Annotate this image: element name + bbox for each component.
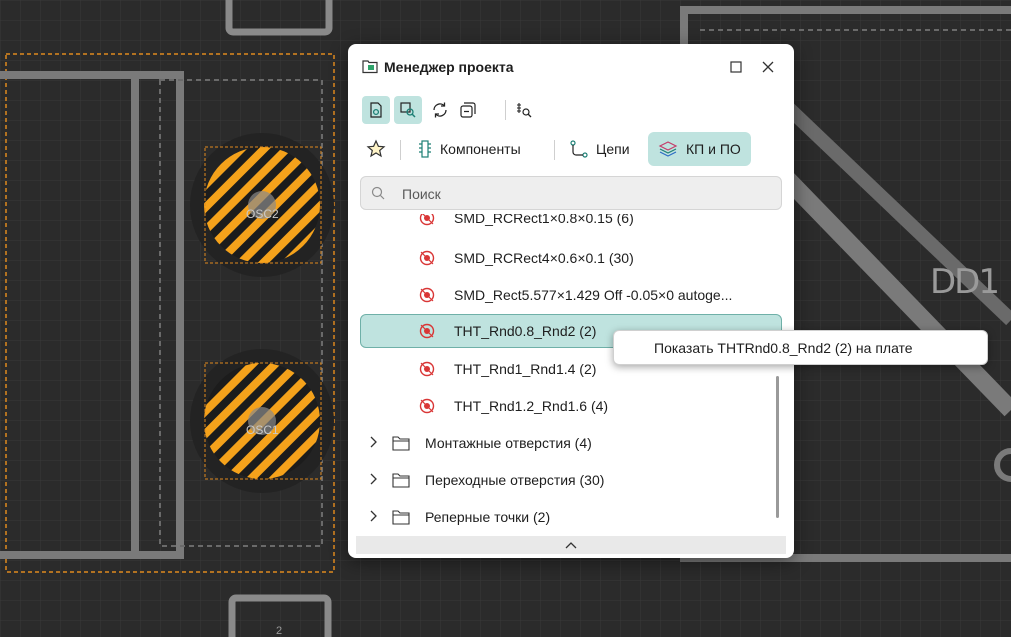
list-item-label: THT_Rnd0.8_Rnd2 (2) xyxy=(454,323,597,339)
pad-icon xyxy=(419,361,435,377)
list-scrollbar[interactable] xyxy=(776,376,779,518)
chevron-right-icon xyxy=(370,436,377,448)
collapse-panel-button[interactable] xyxy=(356,536,786,554)
collapse-all-icon xyxy=(460,102,476,118)
pad-icon xyxy=(419,287,435,303)
folder-item-label: Реперные точки (2) xyxy=(425,509,551,525)
net-icon xyxy=(570,140,588,158)
pads-tree-list[interactable]: SMD_RCRect1×0.8×0.15 (6) SMD_RCRect4×0.6… xyxy=(348,214,794,532)
square-icon xyxy=(730,61,742,73)
show-on-board-button[interactable] xyxy=(362,96,390,124)
svg-text:2: 2 xyxy=(276,625,282,637)
list-item-label: THT_Rnd1_Rnd1.4 (2) xyxy=(454,361,597,377)
search-placeholder: Поиск xyxy=(402,186,441,202)
folder-item-label: Переходные отверстия (30) xyxy=(425,472,605,488)
panel-title: Менеджер проекта xyxy=(384,59,514,75)
search-input[interactable]: Поиск xyxy=(360,176,782,210)
show-on-board-tooltip[interactable]: Показать THTRnd0.8_Rnd2 (2) на плате xyxy=(613,330,988,365)
tab-pads-vias-label: КП и ПО xyxy=(686,141,741,157)
favorites-tab[interactable] xyxy=(366,132,386,166)
tooltip-text: Показать THTRnd0.8_Rnd2 (2) на плате xyxy=(654,339,913,356)
refresh-button[interactable] xyxy=(426,96,454,124)
svg-text:OSC1: OSC1 xyxy=(246,423,279,437)
list-item-label: SMD_Rect5.577×1.429 Off -0.05×0 autoge..… xyxy=(454,287,733,303)
zoom-to-selection-button[interactable] xyxy=(394,96,422,124)
tab-nets-label: Цепи xyxy=(596,141,630,157)
svg-text:OSC2: OSC2 xyxy=(246,207,279,221)
chevron-right-icon xyxy=(370,510,377,522)
tab-separator xyxy=(554,140,555,160)
tab-components[interactable]: Компоненты xyxy=(418,132,521,166)
zoom-to-selection-icon xyxy=(400,102,416,118)
list-item[interactable]: THT_Rnd1.2_Rnd1.6 (4) xyxy=(348,389,794,423)
project-manager-icon xyxy=(362,60,378,74)
list-item[interactable]: SMD_Rect5.577×1.429 Off -0.05×0 autoge..… xyxy=(348,278,794,312)
folder-icon xyxy=(392,473,410,488)
close-button[interactable] xyxy=(757,56,779,78)
chevron-up-icon xyxy=(565,542,577,549)
project-manager-panel: Менеджер проекта Компоненты Цепи КП и ПО… xyxy=(348,44,794,558)
tab-separator xyxy=(400,140,401,160)
folder-item-label: Монтажные отверстия (4) xyxy=(425,435,592,451)
folder-item[interactable]: Реперные точки (2) xyxy=(348,500,794,532)
list-item[interactable]: SMD_RCRect1×0.8×0.15 (6) xyxy=(348,214,794,235)
maximize-button[interactable] xyxy=(725,56,747,78)
search-icon xyxy=(371,186,385,200)
component-designator-label: DD1 xyxy=(930,262,1000,302)
star-icon xyxy=(366,139,386,158)
pad-icon xyxy=(419,398,435,414)
list-item-label: SMD_RCRect1×0.8×0.15 (6) xyxy=(454,214,634,226)
chevron-right-icon xyxy=(370,473,377,485)
folder-item[interactable]: Переходные отверстия (30) xyxy=(348,463,794,497)
pad-icon xyxy=(419,214,435,226)
tab-components-label: Компоненты xyxy=(440,141,521,157)
close-icon xyxy=(762,61,774,73)
pad-icon xyxy=(419,250,435,266)
list-item[interactable]: SMD_RCRect4×0.6×0.1 (30) xyxy=(348,241,794,275)
layers-icon xyxy=(658,141,678,157)
list-item-label: SMD_RCRect4×0.6×0.1 (30) xyxy=(454,250,634,266)
tab-nets[interactable]: Цепи xyxy=(570,132,630,166)
pad-icon xyxy=(419,323,435,339)
folder-icon xyxy=(392,510,410,525)
folder-icon xyxy=(392,436,410,451)
show-on-board-icon xyxy=(370,102,382,118)
list-item-label: THT_Rnd1.2_Rnd1.6 (4) xyxy=(454,398,609,414)
folder-item[interactable]: Монтажные отверстия (4) xyxy=(348,426,794,460)
tab-pads-vias[interactable]: КП и ПО xyxy=(648,132,751,166)
collapse-all-button[interactable] xyxy=(454,96,482,124)
refresh-icon xyxy=(433,102,447,118)
panel-title-bar[interactable]: Менеджер проекта xyxy=(348,44,794,88)
filter-layers-button[interactable] xyxy=(510,96,538,124)
component-chip-icon xyxy=(419,140,431,158)
toolbar-separator xyxy=(505,100,506,120)
filter-layers-icon xyxy=(517,103,532,118)
